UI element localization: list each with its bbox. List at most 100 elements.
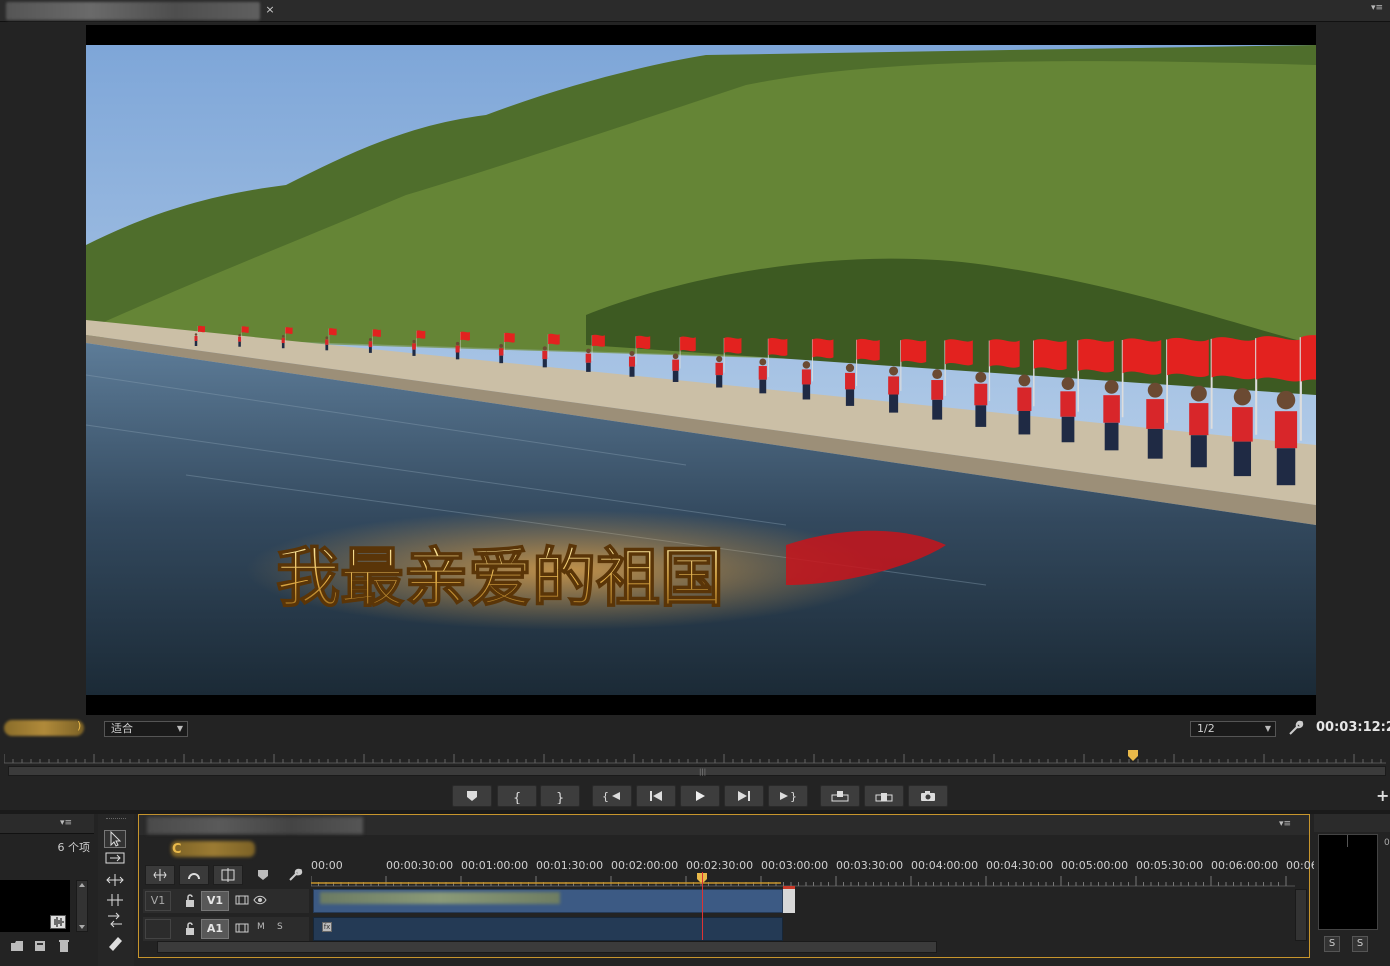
overwrite-button[interactable] (864, 785, 904, 807)
playback-resolution-select[interactable]: 1/2 ▼ (1190, 721, 1276, 737)
play-button[interactable] (680, 785, 720, 807)
step-forward-button[interactable] (724, 785, 764, 807)
mark-out-button[interactable]: } (540, 785, 580, 807)
wrench-icon[interactable] (287, 867, 303, 883)
ruler-label: 00:01:30:00 (536, 859, 604, 872)
close-tab-icon[interactable]: × (264, 3, 276, 17)
ripple-edit-tool-button[interactable] (104, 872, 126, 890)
audio-waveform-icon (50, 915, 66, 929)
video-clip[interactable] (313, 889, 783, 913)
add-button-icon[interactable]: + (1376, 786, 1389, 805)
blurred-clip-name (320, 892, 560, 904)
mark-in-button[interactable]: { (497, 785, 537, 807)
blurred-sequence-tab[interactable] (147, 817, 363, 834)
step-back-button[interactable] (636, 785, 676, 807)
arrow-cursor-icon (110, 830, 122, 847)
ruler-label: 00:06:00:00 (1211, 859, 1279, 872)
eye-icon[interactable] (253, 894, 267, 909)
track-v1: V1 V1 (143, 886, 1295, 913)
source-patch-v1[interactable]: V1 (201, 891, 229, 911)
ruler-label: 00:03:30:00 (836, 859, 904, 872)
program-monitor-viewer[interactable]: 我最亲爱的祖国 (86, 25, 1316, 715)
panel-menu-icon[interactable]: ▾≡ (60, 818, 72, 828)
audio-clip[interactable]: fx (313, 917, 783, 941)
target-track-a1[interactable] (145, 919, 171, 939)
project-scrollbar[interactable] (76, 880, 88, 932)
linked-clip-button[interactable] (213, 865, 243, 885)
track-select-icon (105, 852, 125, 864)
selection-tool-button[interactable] (104, 830, 126, 848)
new-item-icon (35, 941, 45, 951)
play-icon (696, 791, 705, 801)
solo-track-button[interactable]: S (277, 922, 283, 932)
zoom-fit-select[interactable]: 适合 ▼ (104, 721, 188, 737)
slip-icon (108, 912, 122, 928)
playback-resolution-value: 1/2 (1197, 722, 1215, 735)
track-select-tool-button[interactable] (104, 850, 126, 868)
ruler-label: 00:00:30:00 (386, 859, 454, 872)
monitor-scrub-ruler[interactable]: ||| (4, 744, 1386, 778)
mute-track-button[interactable]: M (257, 922, 265, 932)
overwrite-icon (875, 793, 893, 802)
razor-tool-button[interactable] (104, 934, 126, 952)
solo-right-button[interactable]: S (1352, 936, 1368, 952)
audio-meter (1318, 834, 1378, 930)
snap-button[interactable] (145, 865, 175, 885)
video-frame: 我最亲爱的祖国 (86, 45, 1316, 695)
panel-menu-icon[interactable]: ▾≡ (1368, 3, 1386, 17)
project-footer (0, 934, 94, 966)
timeline-horizontal-scrollbar[interactable] (143, 941, 1295, 953)
mark-out-icon: } (556, 791, 564, 804)
go-to-in-icon: { (602, 790, 620, 802)
blurred-sequence-timecode[interactable] (171, 841, 255, 857)
timeline-panel: ▾≡ C 00:00 00:00:30:00 00:01:00:00 00:01: (138, 814, 1328, 958)
solo-left-button[interactable]: S (1324, 936, 1340, 952)
zoom-scrollbar[interactable]: ||| (8, 766, 1386, 776)
add-marker-button[interactable] (452, 785, 492, 807)
premiere-workspace: × ▾≡ 我最亲爱的祖国) 适合 ▼ 1/2 ▼ 00:03:12: ||| … (0, 0, 1390, 966)
timeline-vertical-scrollbar[interactable] (1295, 889, 1307, 941)
wrench-icon[interactable] (1287, 719, 1305, 737)
clip-end-handle[interactable] (783, 889, 795, 913)
svg-text:{: { (513, 791, 521, 804)
scroll-thumb[interactable] (157, 941, 937, 953)
film-icon[interactable] (235, 922, 249, 937)
ripple-edit-icon (106, 874, 124, 886)
lock-icon[interactable] (183, 921, 197, 937)
go-to-in-button[interactable]: { (592, 785, 632, 807)
timeline-time-ruler[interactable]: 00:00 00:00:30:00 00:01:00:00 00:01:30:00 00… (311, 857, 1328, 887)
add-marker-icon[interactable] (257, 869, 269, 881)
chevron-down-icon: ▼ (1264, 724, 1271, 733)
lock-icon[interactable] (183, 893, 197, 909)
timeline-playhead-line[interactable] (702, 872, 703, 940)
audio-meters-panel: 0 S S (1314, 814, 1390, 966)
magnet-icon (188, 873, 200, 880)
track-header-a1: A1 M S (143, 917, 309, 941)
panel-menu-icon[interactable]: ▾≡ (1279, 819, 1291, 829)
camera-icon (921, 791, 935, 801)
panel-grip (106, 818, 126, 821)
scrub-ticks (4, 750, 1386, 764)
track-header-v1: V1 V1 (143, 889, 309, 913)
ruler-label: 00:03:00:00 (761, 859, 829, 872)
blurred-timecode-badge[interactable] (4, 720, 84, 736)
playhead-timecode[interactable]: 00:03:12:24 (1316, 720, 1390, 738)
zoom-fit-value: 适合 (111, 722, 133, 735)
blurred-panel-tab[interactable] (6, 2, 260, 20)
insert-button[interactable] (820, 785, 860, 807)
target-track-v1[interactable]: V1 (145, 891, 171, 911)
rate-stretch-tool-button[interactable] (104, 892, 126, 910)
ruler-label: 00:05:00:00 (1061, 859, 1129, 872)
film-icon[interactable] (235, 894, 249, 909)
trash-icon (59, 940, 69, 952)
ruler-label: 00:04:30:00 (986, 859, 1054, 872)
insert-icon (831, 791, 849, 802)
slip-tool-button[interactable] (104, 912, 126, 930)
ruler-label: 00:02:30:00 (686, 859, 754, 872)
source-patch-a1[interactable]: A1 (201, 919, 229, 939)
svg-text:}: } (556, 791, 564, 804)
export-frame-button[interactable] (908, 785, 948, 807)
linked-selection-button[interactable] (179, 865, 209, 885)
step-back-icon (650, 791, 662, 801)
go-to-out-button[interactable]: } (768, 785, 808, 807)
